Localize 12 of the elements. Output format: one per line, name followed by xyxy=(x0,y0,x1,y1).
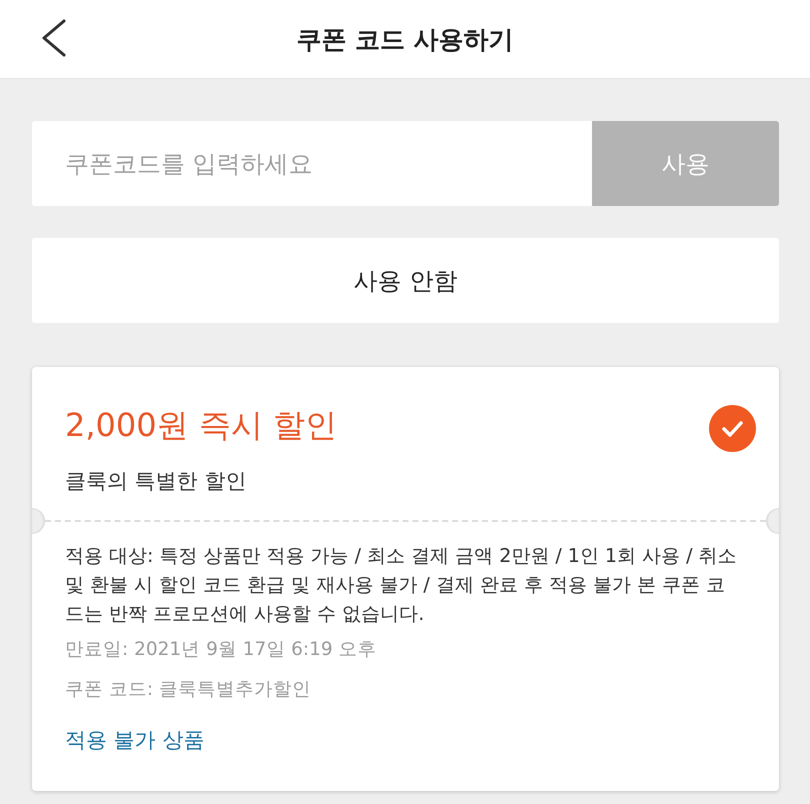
coupon-title: 2,000원 즉시 할인 xyxy=(65,405,337,446)
coupon-subtitle: 클룩의 특별한 할인 xyxy=(64,468,248,495)
ineligible-products-link[interactable]: 적용 불가 상품 xyxy=(65,726,204,754)
coupon-card[interactable]: 2,000원 즉시 할인 클룩의 특별한 할인 적용 대상: 특정 상품만 적용 가능 / 최소 결제 금액 2만원 / 1인 1회 사용 / 취소 및 환불 시 할인 코드 환급 및 재사용 불가 / 결제 완료 후 적용 불가 본 쿠폰 코드는 반짝 프로모션에 사용할 수 없습니다. 만료일: 2021년 9월 17일 6:19 오후 쿠폰 코드: 클룩특별추가할인 적용 불가 상품 xyxy=(32,367,779,791)
coupon-code-text: 쿠폰 코드: 클룩특별추가할인 xyxy=(64,678,312,702)
check-circle-icon[interactable] xyxy=(709,405,756,452)
expiry-date: 만료일: 2021년 9월 17일 6:19 오후 xyxy=(64,638,378,662)
page-title: 쿠폰 코드 사용하기 xyxy=(296,24,514,56)
coupon-code-field[interactable]: 쿠폰코드를 입력하세요 xyxy=(32,121,592,206)
back-icon[interactable] xyxy=(40,19,68,57)
no-coupon-button[interactable]: 사용 안함 xyxy=(32,238,779,323)
coupon-terms: 적용 대상: 특정 상품만 적용 가능 / 최소 결제 금액 2만원 / 1인 1회 사용 / 취소 및 환불 시 할인 코드 환급 및 재사용 불가 / 결제 완료 후 적용 불가 본 쿠폰 코드는 반짝 프로모션에 사용할 수 없습니다. xyxy=(64,544,738,627)
